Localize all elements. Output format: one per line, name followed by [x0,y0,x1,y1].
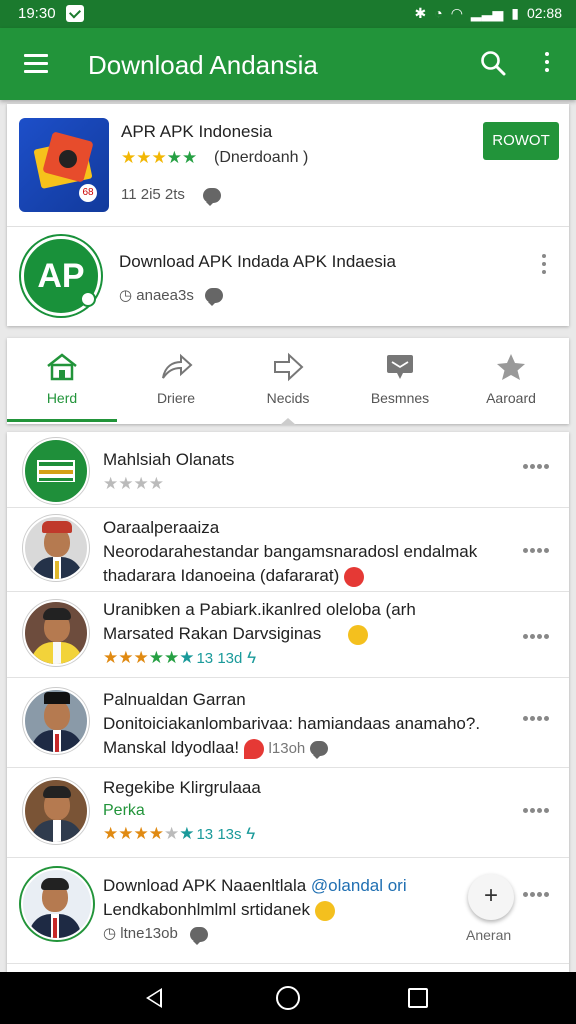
featured-app-meta: 11 2i5 2ts [121,186,185,203]
system-nav-bar [0,972,576,1024]
wifi-icon: ◠ [450,5,463,21]
emoji-icon [314,900,335,921]
rating-text: (Dnerdoanh ) [214,149,309,166]
system-icons: ✱ ◔ ◠ ▂▃▅ ▮ 02:88 [415,4,563,22]
comment-icon [309,741,328,760]
status-time-right: 02:88 [526,5,562,21]
item-title: Palnualdan Garran [103,690,246,709]
more-options-icon[interactable] [523,540,553,553]
back-icon[interactable] [146,988,162,1008]
more-options-icon[interactable] [523,626,553,639]
share-icon [162,353,193,379]
item-title: Mahlsiah Olanats [103,450,235,469]
item-text: Lendkabonhlmlml srtidanek [103,900,335,921]
comment-icon [205,288,223,306]
avatar [23,438,89,504]
app-title[interactable]: Download APK Indada APK Indaesia [119,252,396,272]
search-icon[interactable] [480,50,506,76]
notification-icon [66,5,84,22]
emoji-icon [348,624,368,645]
clock-icon: ◷ [119,287,133,304]
list-item[interactable]: Regekibe Klirgrulaaa Perka ★★★★★★ 13 13s … [7,768,569,858]
heart-icon [243,738,264,759]
item-text: Neorodarahestandar bangamsnaradosl endal… [103,542,478,561]
home-nav-icon[interactable] [276,986,300,1010]
avatar [23,778,89,844]
recents-icon[interactable] [408,988,428,1008]
item-text: Marsated Rakan Darvsiginas [103,624,368,645]
clock-icon: ◷ [103,925,117,942]
app-meta: ◷ anaea3s [119,287,194,304]
install-button[interactable]: ROWOT [483,122,559,160]
item-text: Donitoiciakanlombarivaa: hamiandaas anam… [103,714,481,733]
comment-icon [203,188,221,206]
item-meta: ◷ ltne13ob [103,924,208,945]
page-title: Download Andansia [88,50,318,80]
tab-share[interactable]: Driere [121,338,231,424]
item-tag[interactable]: Perka [103,802,145,820]
rating-stars: ★★★★★ [121,148,198,167]
tab-home[interactable]: Herd [7,338,117,424]
status-time: 19:30 [18,5,56,22]
ap-app-icon[interactable]: AP [21,236,101,316]
rating-stars: ★★★★★★ 13 13d ϟ [103,648,257,667]
item-text: Manskal ldyodlaa! l13oh [103,738,328,760]
featured-app-title[interactable]: APR APK Indonesia [121,122,272,142]
message-icon [387,355,413,379]
more-options-icon[interactable] [523,800,553,813]
divider [7,226,569,227]
comment-icon [190,926,208,945]
overflow-menu-icon[interactable] [536,50,558,78]
avatar [21,868,93,940]
item-text: thadarara Idanoeina (dafararat) [103,566,364,587]
item-title: Oaraalperaaiza [103,518,220,537]
add-button[interactable]: + [468,874,514,920]
add-button-label: Aneran [466,927,512,943]
app-icon-envelope[interactable]: 68 [19,118,109,212]
battery-icon: ▮ [511,5,519,21]
menu-icon[interactable] [24,54,48,74]
item-title: Uranibken a Pabiark.ikanlred oleloba (ar… [103,600,416,619]
signal-icon: ▂▃▅ [470,5,504,21]
tab-forward[interactable]: Necids [233,338,343,425]
emoji-icon [344,566,364,587]
home-icon [47,353,77,381]
avatar [23,515,89,581]
alarm-icon: ◔ [434,5,443,21]
tab-messages[interactable]: Besmnes [345,338,455,424]
bolt-icon: ϟ [246,824,256,843]
tab-starred[interactable]: Aaroard [455,338,567,424]
star-icon [497,354,525,380]
list-item[interactable]: Uranibken a Pabiark.ikanlred oleloba (ar… [7,592,569,678]
forward-icon [274,352,304,382]
bluetooth-icon: ✱ [414,5,427,21]
featured-apps-card: 68 APR APK Indonesia ★★★★★ (Dnerdoanh ) … [7,104,569,326]
overflow-menu-icon[interactable] [542,254,548,276]
bolt-icon: ϟ [247,648,257,667]
list-item[interactable]: Oaraalperaaiza Neorodarahestandar bangam… [7,508,569,592]
item-title: Regekibe Klirgrulaaa [103,778,261,797]
more-options-icon[interactable] [523,708,553,721]
rating-stars: ★★★★ [103,474,164,493]
rating-stars: ★★★★★★ 13 13s ϟ [103,824,256,843]
avatar [23,688,89,754]
status-bar: 19:30 ✱ ◔ ◠ ▂▃▅ ▮ 02:88 [0,0,576,28]
item-title: Download APK Naaenltlala @olandal ori [103,876,407,895]
list-item[interactable]: Palnualdan Garran Donitoiciakanlombariva… [7,678,569,768]
app-bar: Download Andansia [0,28,576,100]
more-options-icon[interactable] [523,884,553,897]
category-tabs: Herd Driere Necids Besmnes Aaroard [7,338,569,425]
list-item[interactable]: Mahlsiah Olanats ★★★★ [7,432,569,508]
more-options-icon[interactable] [523,456,553,469]
avatar [23,600,89,666]
